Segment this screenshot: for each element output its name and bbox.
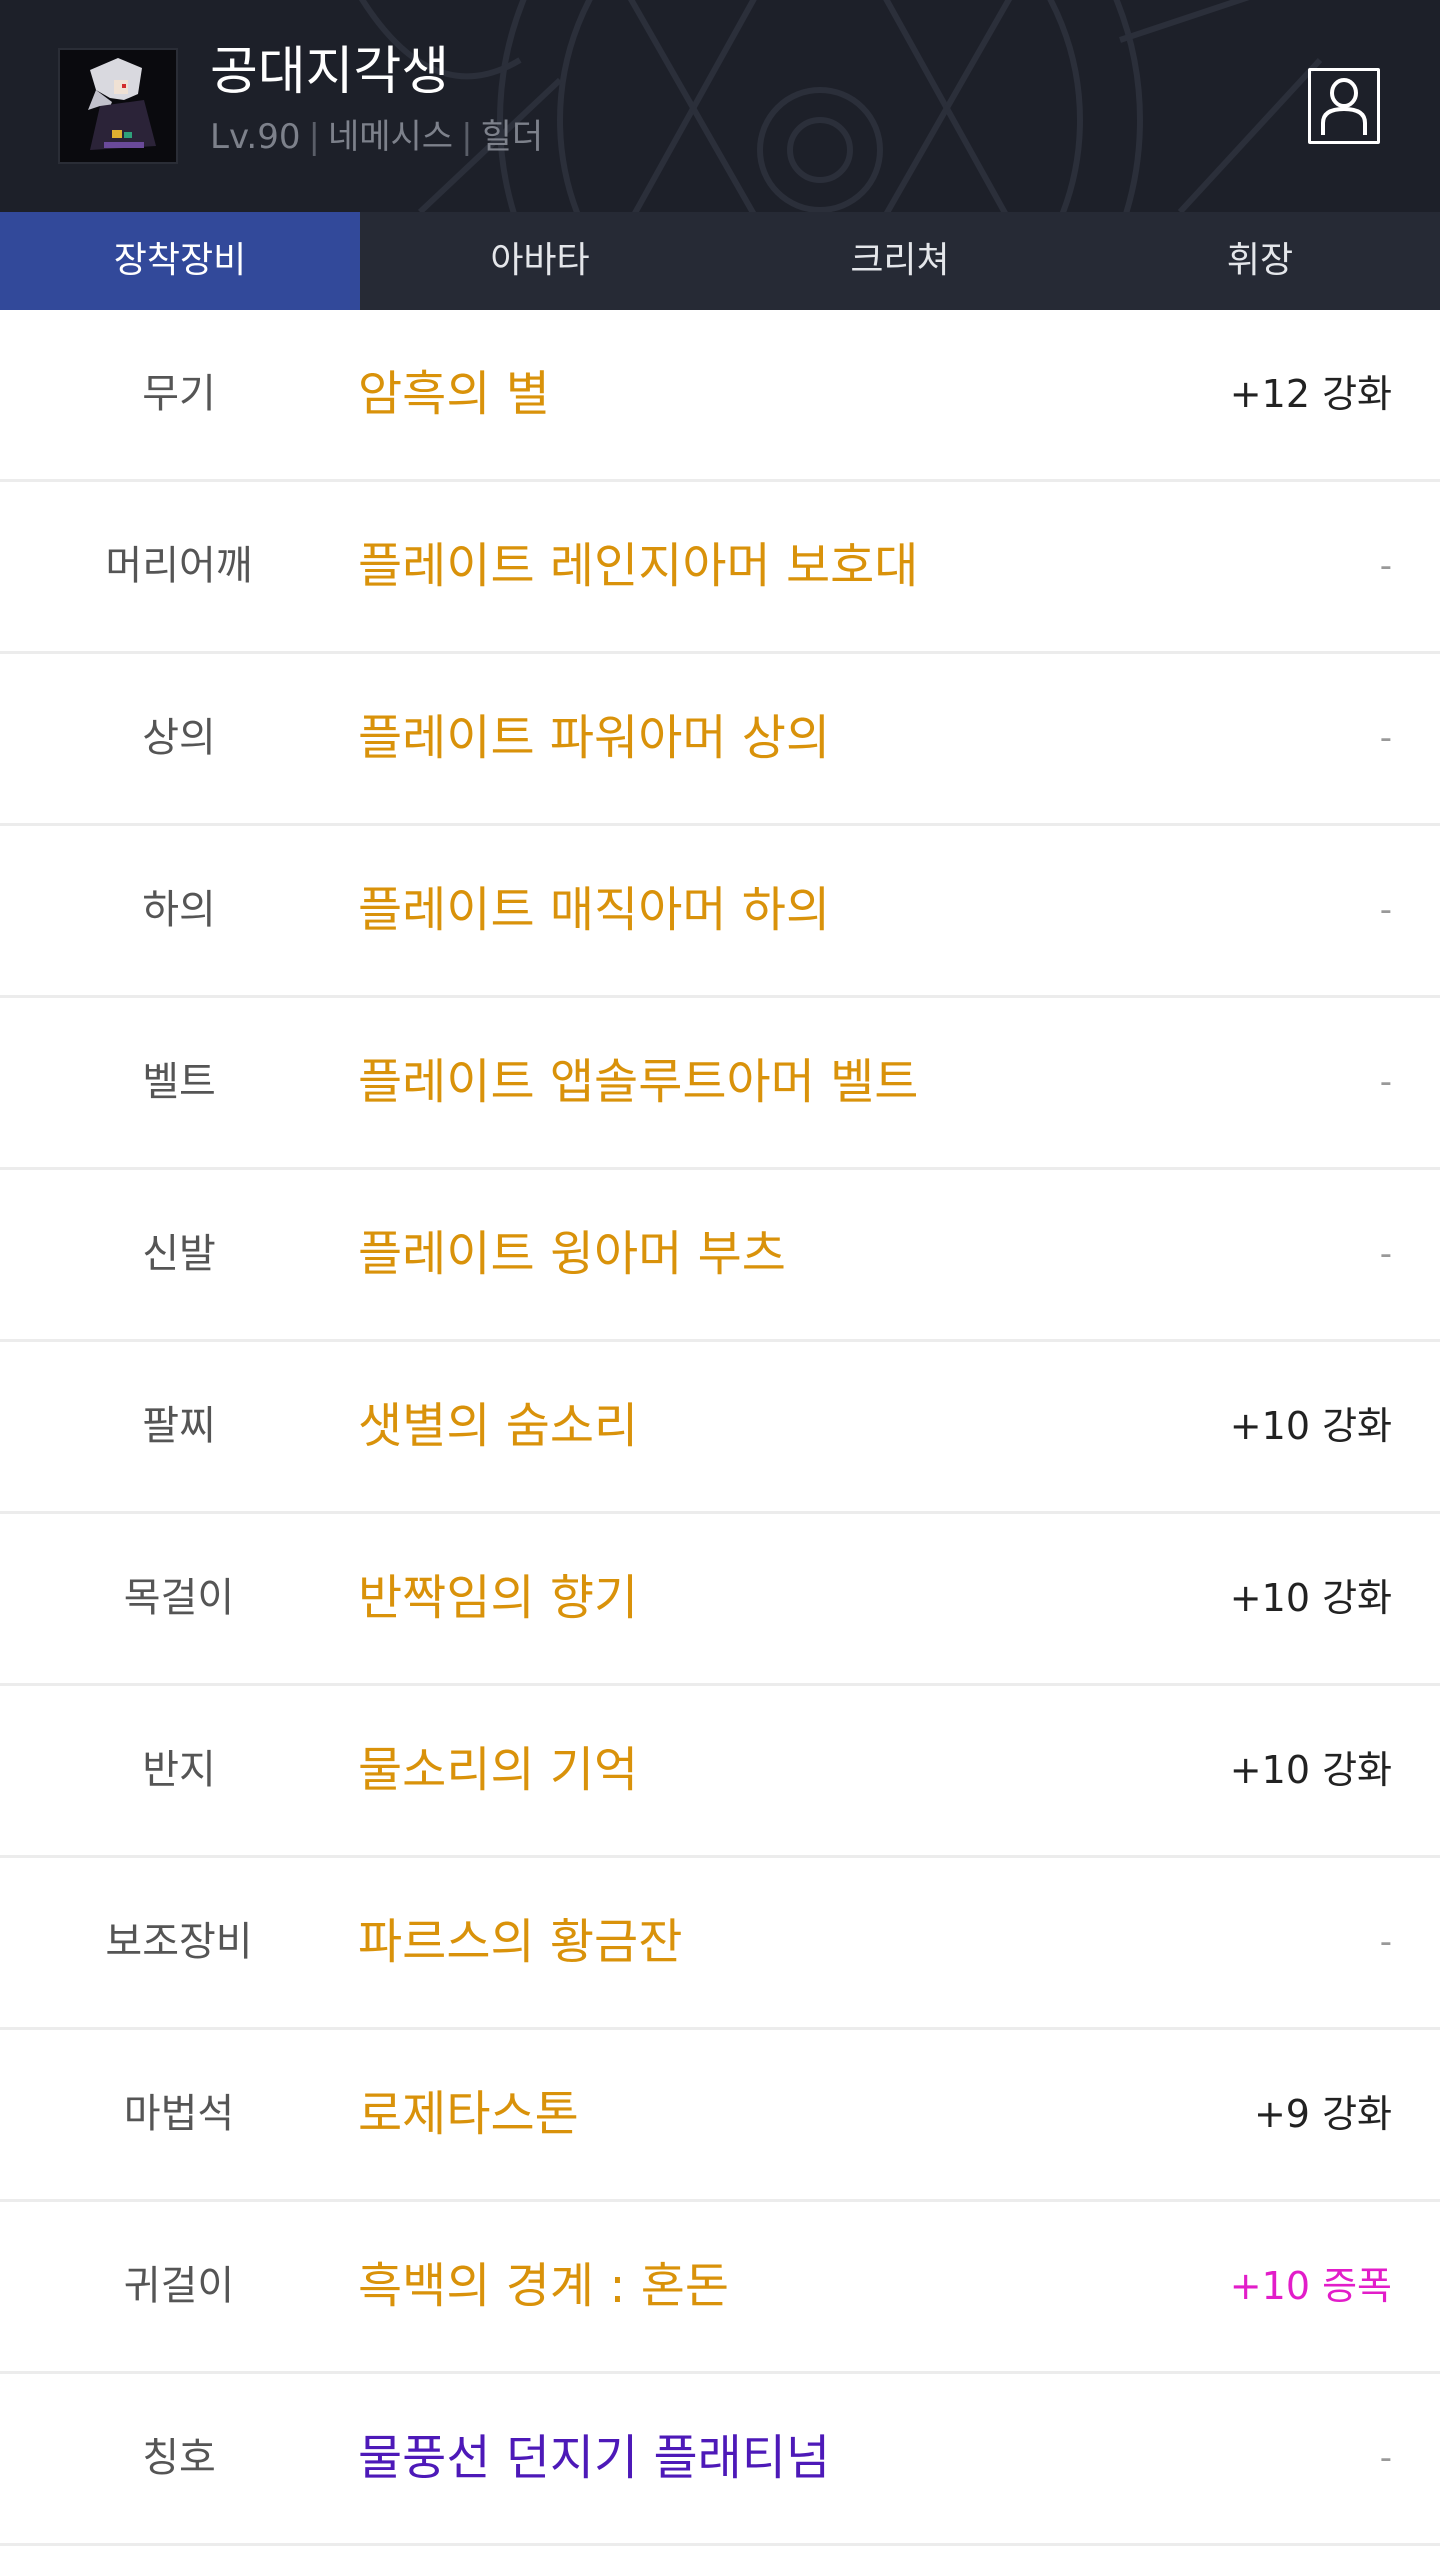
equipment-row-shoes[interactable]: 신발 플레이트 윙아머 부츠 - — [0, 1170, 1440, 1342]
enhance-level: - — [1379, 546, 1392, 586]
equipment-row-necklace[interactable]: 목걸이 반짝임의 향기 +10 강화 — [0, 1514, 1440, 1686]
character-level: Lv.90 — [210, 117, 301, 157]
equipment-row-bracelet[interactable]: 팔찌 샛별의 숨소리 +10 강화 — [0, 1342, 1440, 1514]
equipment-row-ring[interactable]: 반지 물소리의 기억 +10 강화 — [0, 1686, 1440, 1858]
equipment-row-shoulder[interactable]: 머리어깨 플레이트 레인지아머 보호대 - — [0, 482, 1440, 654]
slot-label: 보조장비 — [105, 1919, 253, 1965]
equipment-row-title[interactable]: 칭호 물풍선 던지기 플래티넘 - — [0, 2374, 1440, 2546]
item-name[interactable]: 파르스의 황금잔 — [358, 1858, 682, 2027]
enhance-level: +10 강화 — [1229, 1576, 1392, 1620]
slot-label: 반지 — [142, 1747, 216, 1793]
amplify-level: +10 증폭 — [1229, 2264, 1392, 2308]
slot-label: 머리어깨 — [105, 543, 253, 589]
equipment-row-earring[interactable]: 귀걸이 흑백의 경계 : 혼돈 +10 증폭 — [0, 2202, 1440, 2374]
slot-label: 벨트 — [142, 1059, 216, 1105]
equipment-row-support[interactable]: 보조장비 파르스의 황금잔 - — [0, 1858, 1440, 2030]
equipment-row-magic-stone[interactable]: 마법석 로제타스톤 +9 강화 — [0, 2030, 1440, 2202]
enhance-level: - — [1379, 1922, 1392, 1962]
enhance-level: - — [1379, 718, 1392, 758]
slot-label: 귀걸이 — [123, 2263, 235, 2309]
equipment-list: 무기 암흑의 별 +12 강화 머리어깨 플레이트 레인지아머 보호대 - 상의… — [0, 310, 1440, 2546]
item-name[interactable]: 흑백의 경계 : 혼돈 — [358, 2202, 729, 2371]
item-name[interactable]: 플레이트 윙아머 부츠 — [358, 1170, 786, 1339]
item-name[interactable]: 물풍선 던지기 플래티넘 — [358, 2374, 830, 2543]
item-name[interactable]: 암흑의 별 — [358, 310, 550, 479]
character-avatar[interactable] — [58, 48, 178, 164]
equipment-tab-bar: 장착장비 아바타 크리쳐 휘장 — [0, 212, 1440, 310]
enhance-level: - — [1379, 890, 1392, 930]
enhance-level: - — [1379, 2438, 1392, 2478]
character-portrait-icon — [60, 50, 176, 162]
enhance-level: +10 강화 — [1229, 1748, 1392, 1792]
item-name[interactable]: 샛별의 숨소리 — [358, 1342, 638, 1511]
item-name[interactable]: 플레이트 앱솔루트아머 벨트 — [358, 998, 918, 1167]
enhance-level: +9 강화 — [1253, 2092, 1392, 2136]
enhance-level: - — [1379, 1062, 1392, 1102]
enhance-level: - — [1379, 1234, 1392, 1274]
slot-label: 하의 — [142, 887, 216, 933]
slot-label: 칭호 — [142, 2435, 216, 2481]
item-name[interactable]: 물소리의 기억 — [358, 1686, 638, 1855]
info-separator: | — [308, 117, 320, 157]
enhance-level: +10 강화 — [1229, 1404, 1392, 1448]
item-name[interactable]: 플레이트 매직아머 하의 — [358, 826, 830, 995]
tab-emblem[interactable]: 휘장 — [1080, 212, 1440, 310]
character-name: 공대지각생 — [210, 42, 450, 102]
item-name[interactable]: 로제타스톤 — [358, 2030, 579, 2199]
slot-label: 신발 — [142, 1231, 216, 1277]
person-icon — [1321, 78, 1367, 135]
tab-equipped-gear[interactable]: 장착장비 — [0, 212, 360, 310]
slot-label: 팔찌 — [142, 1403, 216, 1449]
equipment-row-belt[interactable]: 벨트 플레이트 앱솔루트아머 벨트 - — [0, 998, 1440, 1170]
info-separator: | — [461, 117, 473, 157]
header-background-pattern — [359, 0, 1323, 212]
slot-label: 목걸이 — [123, 1575, 235, 1621]
equipment-row-bottom[interactable]: 하의 플레이트 매직아머 하의 - — [0, 826, 1440, 998]
character-header: 공대지각생 Lv.90 | 네메시스 | 힐더 — [0, 0, 1440, 212]
equipment-row-top[interactable]: 상의 플레이트 파워아머 상의 - — [0, 654, 1440, 826]
item-name[interactable]: 반짝임의 향기 — [358, 1514, 638, 1683]
equipment-row-weapon[interactable]: 무기 암흑의 별 +12 강화 — [0, 310, 1440, 482]
slot-label: 마법석 — [123, 2091, 235, 2137]
tab-creature[interactable]: 크리쳐 — [720, 212, 1080, 310]
slot-label: 무기 — [142, 371, 216, 417]
character-class: 힐더 — [480, 117, 544, 157]
character-info: Lv.90 | 네메시스 | 힐더 — [210, 114, 543, 160]
tab-avatar[interactable]: 아바타 — [360, 212, 720, 310]
enhance-level: +12 강화 — [1229, 372, 1392, 416]
item-name[interactable]: 플레이트 레인지아머 보호대 — [358, 482, 918, 651]
profile-button[interactable] — [1308, 68, 1380, 144]
slot-label: 상의 — [142, 715, 216, 761]
item-name[interactable]: 플레이트 파워아머 상의 — [358, 654, 830, 823]
character-server: 네메시스 — [327, 117, 454, 157]
